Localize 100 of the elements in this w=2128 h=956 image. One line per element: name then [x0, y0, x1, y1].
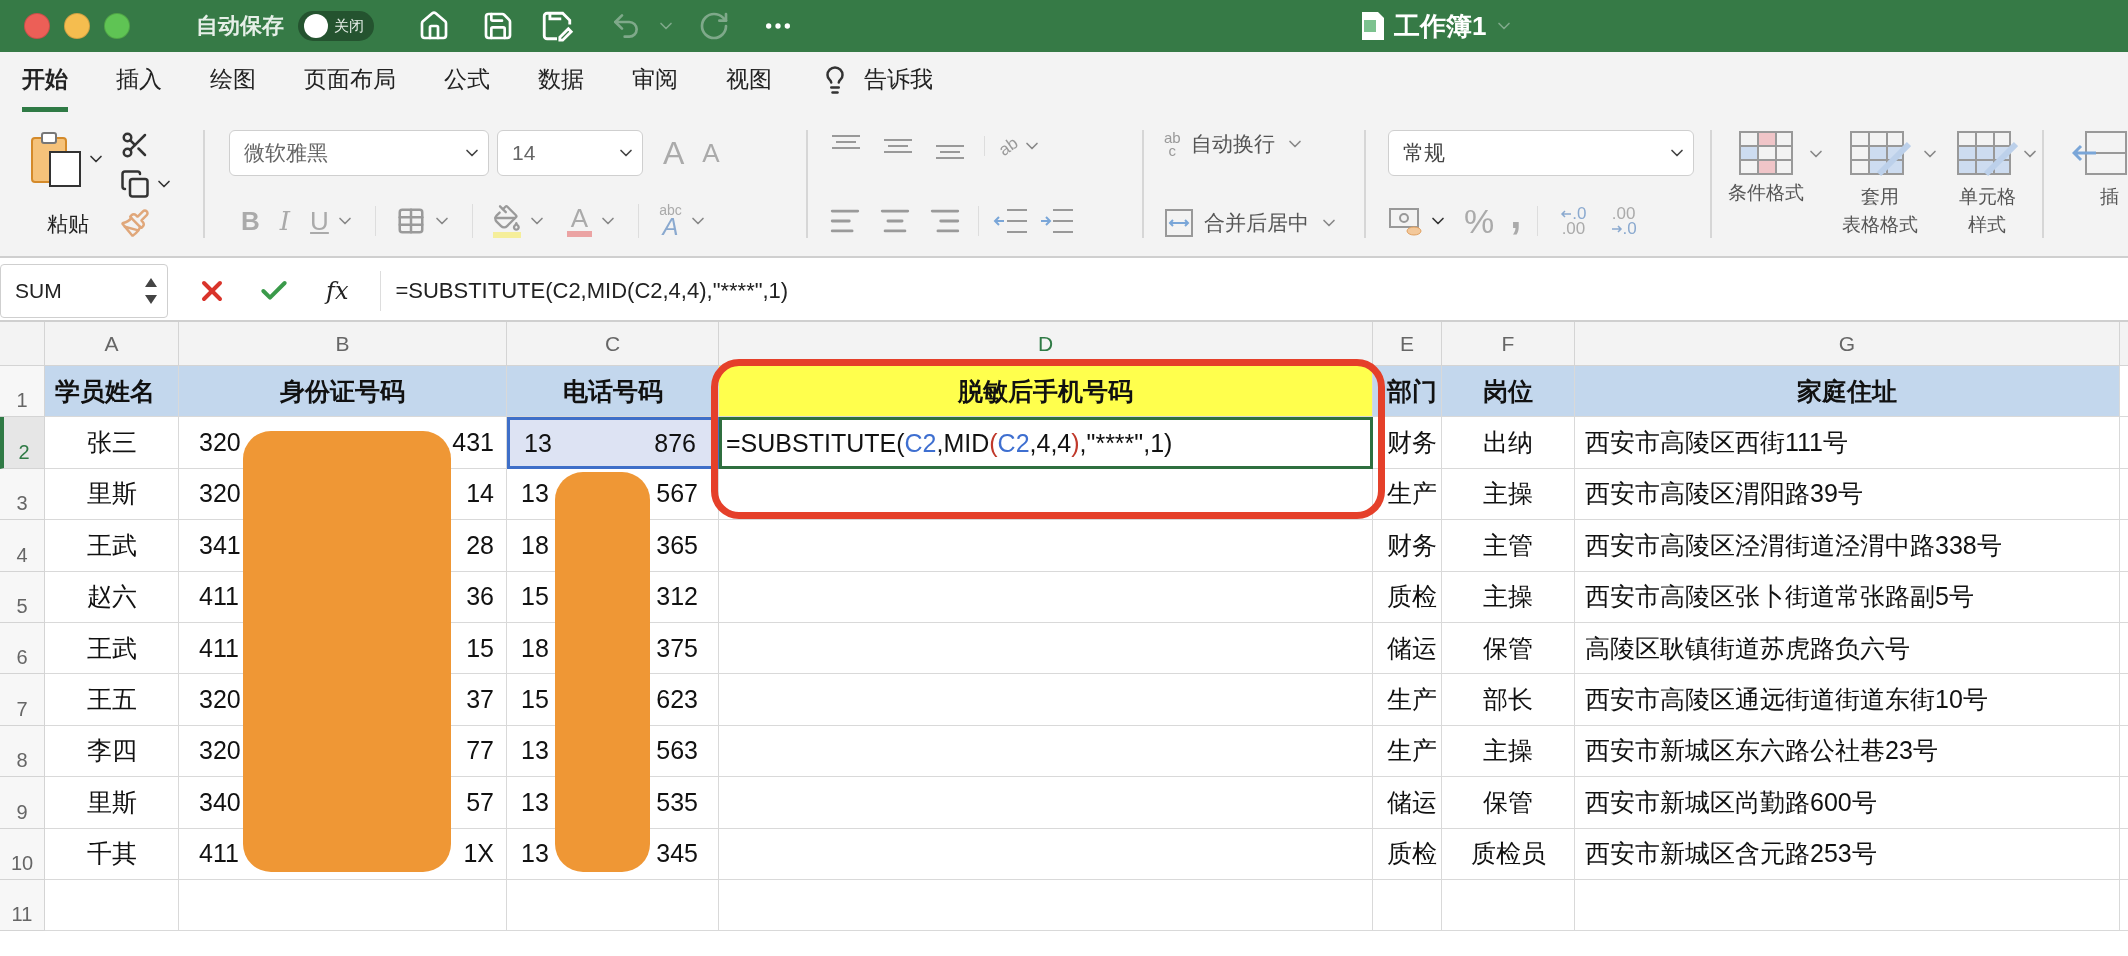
table-cell: 西安市新城区含元路253号	[1575, 828, 2120, 880]
table-cell: 生产	[1373, 725, 1442, 778]
column-header[interactable]: A	[45, 322, 179, 366]
header-cell: 家庭住址	[1575, 366, 2120, 418]
copy-icon[interactable]	[120, 169, 150, 199]
table-cell: 千其	[45, 828, 179, 880]
formula-field[interactable]: =SUBSTITUTE(C2,MID(C2,4,4),"****",1)	[380, 271, 789, 311]
document-title[interactable]: 工作簿1	[1394, 8, 1487, 44]
id-number-fragment: 57	[466, 787, 494, 817]
cell-editor[interactable]: =SUBSTITUTE(C2,MID(C2,4,4),"****",1)	[719, 417, 1373, 469]
phone-fragment: 18	[521, 633, 549, 663]
id-number-fragment: 14	[466, 479, 494, 509]
table-cell: 里斯	[45, 777, 179, 829]
phone-fragment: 375	[656, 633, 698, 663]
header-cell: 身份证号码	[179, 366, 507, 418]
row-header[interactable]: 2	[0, 417, 45, 469]
id-number-fragment: 36	[466, 582, 494, 612]
maximize-window-button[interactable]	[104, 13, 130, 39]
insert-label[interactable]: 插	[2072, 184, 2128, 210]
table-cell: 里斯	[45, 468, 179, 521]
paste-label[interactable]: 粘贴	[47, 210, 89, 238]
table-cell: 赵六	[45, 571, 179, 623]
table-cell: 质检	[1373, 571, 1442, 623]
style-button[interactable]: 条件格式	[1728, 130, 1804, 204]
table-cell: 财务	[1373, 417, 1442, 469]
phone-fragment: 563	[656, 736, 698, 766]
decrease-indent-icon[interactable]	[993, 206, 1029, 236]
style-button[interactable]: 单元格 样式	[1956, 130, 2018, 236]
minimize-window-button[interactable]	[64, 13, 90, 39]
menu-tab[interactable]: 页面布局	[304, 64, 396, 112]
select-all-corner[interactable]	[0, 322, 45, 366]
menu-tab[interactable]: 绘图	[210, 64, 256, 112]
table-cell: 主管	[1442, 520, 1575, 572]
column-header[interactable]: C	[507, 322, 719, 366]
row-header[interactable]: 4	[0, 520, 45, 572]
tell-me-button[interactable]: 告诉我	[820, 64, 933, 112]
table-cell: 部长	[1442, 674, 1575, 726]
phone-fragment: 15	[521, 582, 549, 612]
autosave-toggle[interactable]: 关闭	[298, 11, 374, 41]
row-header[interactable]: 1	[0, 366, 45, 418]
table-cell: 西安市新城区东六路公社巷23号	[1575, 725, 2120, 778]
menu-tab[interactable]: 视图	[726, 64, 772, 112]
menu-tab[interactable]: 数据	[538, 64, 584, 112]
table-cell: 张三	[45, 417, 179, 469]
selected-cell[interactable]: 13 876	[507, 417, 719, 469]
row-header[interactable]: 3	[0, 468, 45, 521]
column-header[interactable]: E	[1373, 322, 1442, 366]
phone-fragment: 535	[656, 787, 698, 817]
fill-color-icon[interactable]	[492, 203, 521, 238]
style-button[interactable]: 套用 表格格式	[1842, 130, 1918, 236]
id-number-fragment: 431	[452, 428, 494, 458]
id-number-fragment: 320	[199, 428, 241, 458]
merge-icon	[1164, 208, 1194, 238]
id-number-fragment: 340	[199, 787, 241, 817]
left-arrow-icon	[1560, 208, 1573, 219]
table-cell: 主操	[1442, 468, 1575, 521]
close-window-button[interactable]	[24, 13, 50, 39]
home-icon[interactable]	[418, 10, 450, 42]
menu-tab[interactable]: 插入	[116, 64, 162, 112]
phone-fragment: 13	[521, 479, 549, 509]
menu-tab[interactable]: 审阅	[632, 64, 678, 112]
insert-cells-icon[interactable]	[2072, 130, 2128, 176]
phone-fragment: 13	[524, 428, 552, 458]
conditional-format-icon[interactable]	[1738, 130, 1794, 176]
row-header[interactable]: 6	[0, 622, 45, 675]
row-header[interactable]: 11	[0, 879, 45, 932]
merge-center-button[interactable]: 合并后居中	[1164, 208, 1339, 238]
wrap-icon: ab c	[1164, 130, 1181, 158]
font-size-dropdown[interactable]: 14	[497, 130, 643, 176]
insert-function-button[interactable]: fx	[326, 277, 349, 305]
id-number-fragment: 320	[199, 479, 241, 509]
column-header[interactable]: G	[1575, 322, 2120, 366]
id-number-fragment: 28	[466, 530, 494, 560]
phone-fragment: 18	[521, 530, 549, 560]
font-name-dropdown[interactable]: 微软雅黑	[229, 130, 489, 176]
paste-icon[interactable]	[30, 130, 84, 188]
redo-icon[interactable]	[698, 10, 730, 42]
table-cell: 储运	[1373, 622, 1442, 675]
table-cell: 主操	[1442, 571, 1575, 623]
table-cell: 质检员	[1442, 828, 1575, 880]
phone-fragment: 623	[656, 685, 698, 715]
increase-indent-icon[interactable]	[1039, 206, 1075, 236]
menu-tab[interactable]: 公式	[444, 64, 490, 112]
number-format-dropdown[interactable]: 常规	[1388, 130, 1694, 176]
id-number-fragment: 37	[466, 685, 494, 715]
name-box[interactable]: SUM	[0, 264, 168, 318]
id-number-fragment: 411	[199, 582, 239, 612]
row-header[interactable]: 10	[0, 828, 45, 880]
save-icon[interactable]	[482, 10, 514, 42]
row-header[interactable]: 7	[0, 674, 45, 726]
table-cell: 主操	[1442, 725, 1575, 778]
row-header[interactable]: 9	[0, 777, 45, 829]
row-header[interactable]: 8	[0, 725, 45, 778]
save-edit-icon[interactable]	[540, 9, 574, 43]
document-icon	[1360, 10, 1386, 42]
table-cell: 西安市新城区尚勤路600号	[1575, 777, 2120, 829]
column-header[interactable]: B	[179, 322, 507, 366]
row-header[interactable]: 5	[0, 571, 45, 623]
column-header[interactable]: F	[1442, 322, 1575, 366]
id-number-fragment: 77	[466, 736, 494, 766]
